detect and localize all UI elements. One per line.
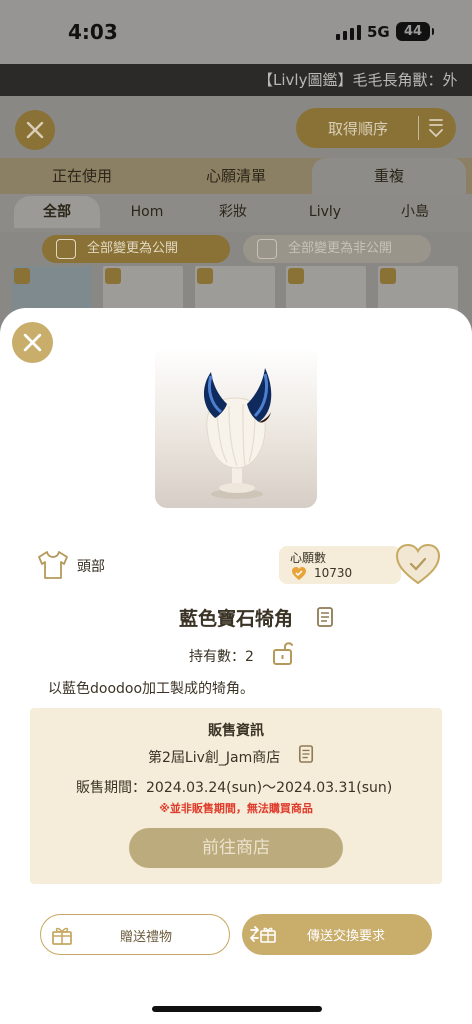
check-icon [14, 268, 30, 284]
check-icon [380, 268, 396, 284]
check-icon [197, 268, 213, 284]
make-all-public-label: 全部變更為公開 [87, 241, 179, 256]
sort-order-button: 取得順序 [296, 108, 456, 148]
heart-icon [292, 567, 306, 580]
checkbox-icon [257, 239, 277, 259]
subtab-hom: Hom [130, 204, 164, 220]
send-gift-button[interactable]: 贈送禮物 [40, 914, 230, 955]
item-preview-image [155, 346, 317, 508]
make-all-private-label: 全部變更為非公開 [288, 241, 393, 256]
make-all-private-button: 全部變更為非公開 [243, 235, 431, 263]
tab-in-use: 正在使用 [51, 167, 112, 185]
item-name: 藍色寶石犄角 [178, 608, 293, 630]
ticker-text: 【Livly圖鑑】毛毛長角獸：外 [258, 71, 458, 89]
goto-shop-button[interactable]: 前往商店 [129, 828, 343, 868]
news-ticker: 【Livly圖鑑】毛毛長角獸：外 [0, 64, 472, 96]
tab-duplicate: 重複 [312, 158, 466, 194]
status-bar: 4:03 5G 44 [0, 0, 472, 64]
tab-wishlist: 心願清單 [205, 167, 266, 185]
checkbox-icon [56, 239, 76, 259]
shop-name: 第2屆Liv創_Jam商店 [148, 750, 281, 766]
unlock-icon[interactable] [271, 640, 299, 668]
sale-period: 販售期間：2024.03.24(sun)～2024.03.31(sun) [76, 780, 393, 796]
background-close-button [15, 110, 55, 150]
wishlist-label: 心願數 [290, 551, 327, 565]
send-trade-request-button[interactable]: 傳送交換要求 [242, 914, 432, 955]
sort-icon [429, 119, 443, 138]
wishlist-count: 10730 [314, 566, 353, 580]
owned-count: 持有數：2 [189, 649, 254, 665]
sale-info-title: 販售資訊 [208, 723, 264, 739]
battery-icon: 44 [396, 22, 434, 41]
check-icon [288, 268, 304, 284]
make-all-public-button: 全部變更為公開 [42, 235, 230, 263]
subtab-makeup: 彩妝 [219, 204, 247, 220]
check-icon [105, 268, 121, 284]
subtab-island: 小島 [401, 204, 429, 220]
signal-icon [336, 25, 361, 40]
horn-item-illustration [203, 368, 272, 499]
send-trade-request-label: 傳送交換要求 [306, 929, 385, 944]
status-time: 4:03 [68, 20, 118, 44]
network-label: 5G [367, 23, 390, 41]
sale-warning: ※並非販售期間，無法購買商品 [159, 802, 313, 815]
document-icon[interactable] [316, 606, 334, 628]
send-gift-label: 贈送禮物 [119, 930, 172, 945]
document-icon[interactable] [298, 744, 314, 764]
subtab-livly: Livly [308, 204, 342, 220]
add-to-wishlist-button[interactable] [394, 542, 442, 586]
home-indicator[interactable] [152, 1006, 322, 1012]
subtab-all: 全部 [14, 196, 100, 228]
shirt-icon [38, 551, 68, 579]
close-icon [26, 121, 44, 139]
sort-order-label: 取得順序 [328, 120, 389, 138]
close-button[interactable] [12, 322, 53, 363]
sort-divider [418, 116, 419, 140]
item-description: 以藍色doodoo加工製成的犄角。 [48, 681, 255, 697]
item-category: 頭部 [77, 559, 105, 575]
close-icon [23, 333, 42, 352]
